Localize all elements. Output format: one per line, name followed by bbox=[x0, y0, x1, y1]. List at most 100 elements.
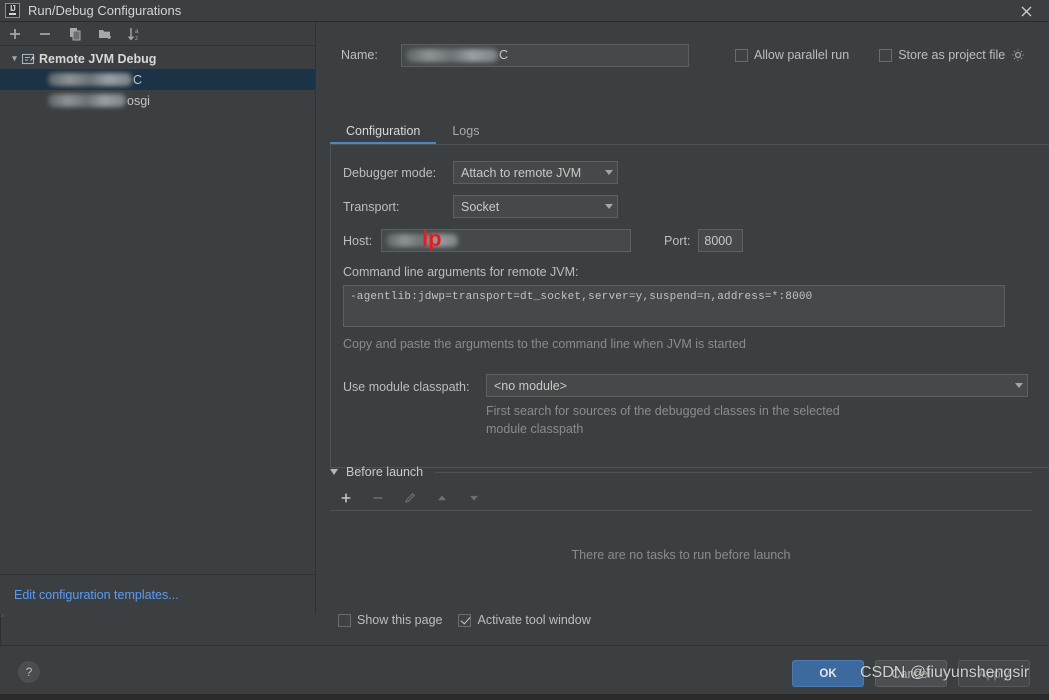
name-label: Name: bbox=[341, 48, 401, 62]
host-annotation: ip bbox=[422, 229, 442, 252]
command-line-label: Command line arguments for remote JVM: bbox=[343, 265, 579, 279]
remote-debug-icon bbox=[21, 52, 39, 66]
svg-text:a: a bbox=[135, 28, 139, 35]
show-this-page-label: Show this page bbox=[357, 613, 442, 627]
module-classpath-hint-text-1: First search for sources of the debugged… bbox=[486, 404, 840, 418]
folder-add-icon[interactable] bbox=[97, 26, 113, 42]
command-line-label-row: Command line arguments for remote JVM: bbox=[343, 265, 579, 279]
debugger-mode-select[interactable]: Attach to remote JVM bbox=[453, 161, 618, 184]
debugger-mode-value: Attach to remote JVM bbox=[461, 166, 581, 180]
transport-value: Socket bbox=[461, 200, 499, 214]
debugger-mode-row: Debugger mode: Attach to remote JVM bbox=[343, 161, 618, 184]
host-row: Host: ip Port: 8000 bbox=[343, 229, 743, 252]
module-classpath-value: <no module> bbox=[494, 379, 567, 393]
activate-tool-window-label: Activate tool window bbox=[477, 613, 590, 627]
tree-item-label-2: osgi bbox=[127, 94, 150, 108]
chevron-down-icon[interactable]: ▾ bbox=[8, 53, 21, 64]
transport-row: Transport: Socket bbox=[343, 195, 618, 218]
intellij-logo-icon: IJ bbox=[5, 3, 20, 18]
allow-parallel-run-checkbox[interactable]: Allow parallel run bbox=[735, 48, 849, 62]
configuration-panel: Debugger mode: Attach to remote JVM Tran… bbox=[330, 144, 1049, 468]
name-input-value: C bbox=[499, 48, 508, 62]
allow-parallel-run-label: Allow parallel run bbox=[754, 48, 849, 62]
tree-item-config-2[interactable]: osgi bbox=[0, 90, 315, 111]
sort-alpha-icon[interactable]: a z bbox=[127, 26, 143, 42]
cancel-button[interactable]: Cancel bbox=[875, 660, 947, 687]
bottom-checkbox-row: Show this page Activate tool window bbox=[338, 613, 591, 627]
name-row: Name: C Allow parallel run Store as proj… bbox=[341, 43, 1041, 67]
remove-task-minus-icon[interactable] bbox=[371, 491, 387, 507]
chevron-down-icon bbox=[605, 204, 613, 209]
module-classpath-hint-line1: First search for sources of the debugged… bbox=[486, 404, 840, 418]
command-line-hint: Copy and paste the arguments to the comm… bbox=[343, 337, 746, 351]
cancel-label: Cancel bbox=[892, 667, 931, 681]
chevron-down-icon bbox=[605, 170, 613, 175]
module-classpath-label: Use module classpath: bbox=[343, 380, 469, 394]
help-button[interactable]: ? bbox=[18, 661, 40, 683]
checkbox-box[interactable] bbox=[879, 49, 892, 62]
minus-icon[interactable] bbox=[37, 26, 53, 42]
taskbar-strip bbox=[0, 694, 1049, 700]
move-task-down-arrow-icon[interactable] bbox=[467, 491, 483, 507]
tree-group-label: Remote JVM Debug bbox=[39, 52, 156, 66]
activate-tool-window-checkbox[interactable]: Activate tool window bbox=[458, 613, 590, 627]
tab-logs[interactable]: Logs bbox=[436, 119, 495, 144]
window-title: Run/Debug Configurations bbox=[28, 3, 181, 18]
port-value: 8000 bbox=[704, 234, 732, 248]
plus-icon[interactable] bbox=[7, 26, 23, 42]
checkbox-box[interactable] bbox=[338, 614, 351, 627]
apply-label: Apply bbox=[978, 667, 1009, 681]
module-classpath-hint-line2: module classpath bbox=[486, 422, 583, 436]
before-launch-empty-message: There are no tasks to run before launch bbox=[330, 511, 1032, 599]
edit-configuration-templates-link[interactable]: Edit configuration templates... bbox=[14, 588, 179, 602]
module-classpath-label-row: Use module classpath: bbox=[343, 380, 469, 394]
run-debug-configurations-dialog: IJ Run/Debug Configurations bbox=[0, 0, 1049, 700]
transport-select[interactable]: Socket bbox=[453, 195, 618, 218]
ok-label: OK bbox=[819, 668, 836, 680]
blurred-config-name bbox=[48, 73, 133, 86]
configurations-sidebar: a z ▾ Remote JVM Debug bbox=[0, 22, 316, 614]
ok-button[interactable]: OK bbox=[792, 660, 864, 687]
sidebar-toolbar: a z bbox=[0, 22, 315, 46]
module-classpath-hint-text-2: module classpath bbox=[486, 422, 583, 436]
title-bar: IJ Run/Debug Configurations bbox=[0, 0, 1049, 22]
before-launch-header[interactable]: Before launch bbox=[330, 465, 1032, 479]
command-line-arguments-field[interactable]: -agentlib:jdwp=transport=dt_socket,serve… bbox=[343, 285, 1005, 327]
before-launch-toolbar bbox=[330, 487, 1032, 511]
configuration-tabs: Configuration Logs bbox=[330, 118, 1036, 144]
tab-configuration[interactable]: Configuration bbox=[330, 119, 436, 144]
edit-task-pencil-icon[interactable] bbox=[403, 491, 419, 507]
logo-text: IJ bbox=[10, 4, 15, 13]
tree-group-remote-jvm-debug[interactable]: ▾ Remote JVM Debug bbox=[0, 48, 315, 69]
store-as-project-file-checkbox[interactable]: Store as project file bbox=[879, 48, 1025, 62]
checkbox-box[interactable] bbox=[458, 614, 471, 627]
gear-icon[interactable] bbox=[1011, 48, 1025, 62]
close-icon[interactable] bbox=[1003, 0, 1049, 22]
svg-text:z: z bbox=[135, 35, 138, 42]
copy-icon[interactable] bbox=[67, 26, 83, 42]
help-label: ? bbox=[26, 665, 33, 679]
module-classpath-select[interactable]: <no module> bbox=[486, 374, 1028, 397]
before-launch-title: Before launch bbox=[346, 465, 423, 479]
command-line-hint-text: Copy and paste the arguments to the comm… bbox=[343, 337, 746, 351]
port-input[interactable]: 8000 bbox=[698, 229, 743, 252]
store-as-project-file-label: Store as project file bbox=[898, 48, 1005, 62]
debugger-mode-label: Debugger mode: bbox=[343, 166, 453, 180]
command-line-arguments-value: -agentlib:jdwp=transport=dt_socket,serve… bbox=[350, 291, 812, 303]
blurred-config-name bbox=[48, 94, 127, 107]
name-input[interactable]: C bbox=[401, 44, 689, 67]
tree-item-label-1: C bbox=[133, 73, 142, 87]
show-this-page-checkbox[interactable]: Show this page bbox=[338, 613, 442, 627]
checkbox-box[interactable] bbox=[735, 49, 748, 62]
tree-item-config-1[interactable]: C bbox=[0, 69, 315, 90]
move-task-up-arrow-icon[interactable] bbox=[435, 491, 451, 507]
host-input[interactable]: ip bbox=[381, 229, 631, 252]
port-label: Port: bbox=[664, 234, 690, 248]
edit-configuration-templates[interactable]: Edit configuration templates... bbox=[0, 574, 316, 614]
transport-label: Transport: bbox=[343, 200, 453, 214]
apply-button: Apply bbox=[958, 660, 1030, 687]
add-task-plus-icon[interactable] bbox=[339, 491, 355, 507]
configurations-tree: ▾ Remote JVM Debug C bbox=[0, 46, 315, 111]
host-label: Host: bbox=[343, 234, 381, 248]
triangle-down-icon[interactable] bbox=[330, 469, 338, 475]
